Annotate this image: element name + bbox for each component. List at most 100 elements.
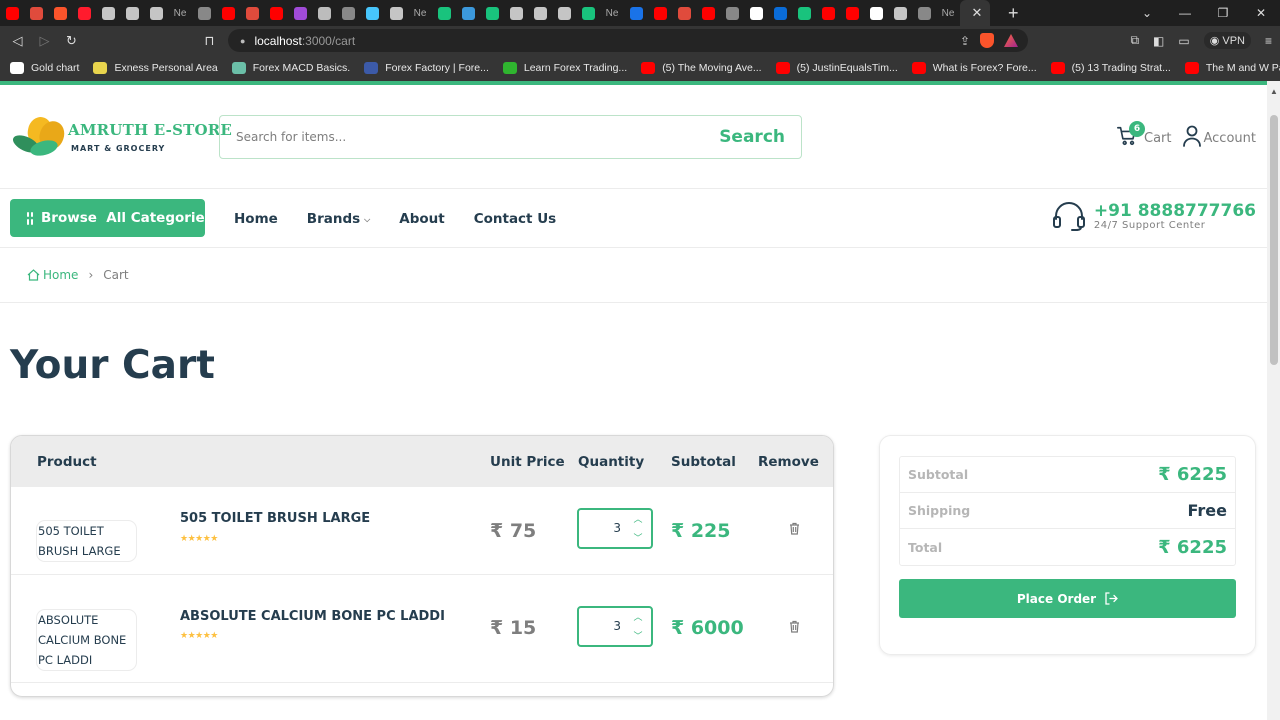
quantity-stepper[interactable]: 3 ︿ ﹀ [577,508,653,549]
browser-tab[interactable]: Ne [600,0,624,26]
browser-tab[interactable] [792,0,816,26]
address-bar[interactable]: ● localhost:3000/cart ⇪ [228,29,1028,52]
search-button[interactable]: Search [719,127,801,147]
search-input[interactable] [220,116,720,158]
browser-tab[interactable]: Ne [168,0,192,26]
increment-icon[interactable]: ︿ [633,610,643,623]
browser-tab[interactable] [552,0,576,26]
browser-tab[interactable] [384,0,408,26]
browser-tab[interactable] [624,0,648,26]
browser-tab[interactable] [120,0,144,26]
browser-tab[interactable] [528,0,552,26]
nav-about[interactable]: About [399,211,444,227]
menu-icon[interactable]: ≡ [1265,34,1272,48]
browser-tab[interactable] [480,0,504,26]
bookmark-item[interactable]: (5) 13 Trading Strat... [1050,62,1171,74]
browser-tab[interactable] [312,0,336,26]
support-phone[interactable]: +91 8888777766 [1094,202,1256,220]
brave-shields-icon[interactable] [980,33,994,48]
browser-tab[interactable] [360,0,384,26]
browser-tab[interactable] [72,0,96,26]
nav-brands[interactable]: Brands ⌵ [307,211,370,227]
new-tab-button[interactable]: + [1008,3,1019,24]
sidebar-icon[interactable]: ◧ [1153,34,1164,48]
browser-tab[interactable] [24,0,48,26]
close-window-icon[interactable]: ✕ [1242,6,1280,20]
browser-tab[interactable] [840,0,864,26]
browser-tab[interactable]: Ne [936,0,960,26]
browser-tab[interactable] [648,0,672,26]
bookmark-item[interactable]: Exness Personal Area [93,62,218,74]
forward-icon[interactable]: ▷ [31,33,58,49]
cart-link[interactable]: 6 Cart [1116,121,1172,147]
tab-search-icon[interactable]: ⌄ [1128,6,1166,20]
maximize-icon[interactable]: ❐ [1204,6,1242,20]
browser-tab[interactable] [576,0,600,26]
nav-contact[interactable]: Contact Us [474,211,557,227]
browser-tab[interactable] [240,0,264,26]
scrollbar-thumb[interactable] [1270,115,1278,365]
browser-tab[interactable] [672,0,696,26]
browser-tab[interactable] [696,0,720,26]
trash-icon[interactable] [789,620,800,633]
browser-tab[interactable] [144,0,168,26]
minimize-icon[interactable]: — [1166,6,1204,20]
nav-home[interactable]: Home [234,211,278,227]
close-tab-icon[interactable]: ✕ [972,5,983,21]
extensions-icon[interactable]: ⧉ [1130,33,1139,48]
brave-rewards-icon[interactable] [1004,34,1018,47]
browser-tab[interactable] [720,0,744,26]
browser-tab[interactable] [456,0,480,26]
browser-tab[interactable] [48,0,72,26]
browse-categories-button[interactable]: Browse All Categories [10,199,213,237]
browser-tab[interactable] [864,0,888,26]
site-logo[interactable]: AMRUTH E-STORE MART & GROCERY [10,115,232,159]
browser-tab[interactable] [912,0,936,26]
browser-tab[interactable] [816,0,840,26]
share-icon[interactable]: ⇪ [960,34,970,48]
page-scrollbar[interactable]: ▲ [1267,81,1280,720]
browser-tab[interactable]: Ne [408,0,432,26]
site-info-icon[interactable]: ● [240,36,245,46]
quantity-value[interactable]: 3 [613,619,621,633]
browser-tab[interactable] [768,0,792,26]
product-name[interactable]: ABSOLUTE CALCIUM BONE PC LADDI [180,609,445,624]
quantity-value[interactable]: 3 [613,521,621,535]
reload-icon[interactable]: ↻ [58,33,85,49]
bookmark-icon[interactable]: ⊓ [196,33,223,49]
bookmark-item[interactable]: (5) JustinEqualsTim... [775,62,898,74]
trash-icon[interactable] [789,522,800,535]
bookmark-item[interactable]: Forex Factory | Fore... [364,62,489,74]
active-tab[interactable]: ✕ [960,0,990,26]
bookmark-item[interactable]: Learn Forex Trading... [502,62,627,74]
wallet-icon[interactable]: ▭ [1178,34,1189,48]
browser-tab[interactable] [192,0,216,26]
browser-tab[interactable] [504,0,528,26]
place-order-button[interactable]: Place Order [899,579,1236,618]
browser-tab[interactable] [216,0,240,26]
account-link[interactable]: Account [1182,125,1256,147]
browser-tab[interactable] [744,0,768,26]
product-image[interactable]: 505 TOILET BRUSH LARGE [36,520,137,562]
increment-icon[interactable]: ︿ [633,512,643,525]
bookmark-item[interactable]: What is Forex? Fore... [911,62,1037,74]
scroll-up-icon[interactable]: ▲ [1270,87,1278,96]
browser-tab[interactable] [288,0,312,26]
browser-tab[interactable] [96,0,120,26]
product-name[interactable]: 505 TOILET BRUSH LARGE [180,511,370,526]
browser-tab[interactable] [888,0,912,26]
bookmark-item[interactable]: Forex MACD Basics. [231,62,350,74]
browser-tab[interactable] [432,0,456,26]
bookmark-item[interactable]: Gold chart [10,62,79,74]
browser-tab[interactable] [336,0,360,26]
bookmark-item[interactable]: (5) The Moving Ave... [641,62,762,74]
vpn-button[interactable]: ◉ VPN [1203,32,1251,49]
bookmark-item[interactable]: The M and W Patte... [1184,62,1280,74]
breadcrumb-home[interactable]: Home [27,268,78,282]
decrement-icon[interactable]: ﹀ [633,531,643,544]
back-icon[interactable]: ◁ [4,33,31,49]
browser-tab[interactable] [264,0,288,26]
quantity-stepper[interactable]: 3 ︿ ﹀ [577,606,653,647]
browser-tab[interactable] [0,0,24,26]
decrement-icon[interactable]: ﹀ [633,629,643,642]
